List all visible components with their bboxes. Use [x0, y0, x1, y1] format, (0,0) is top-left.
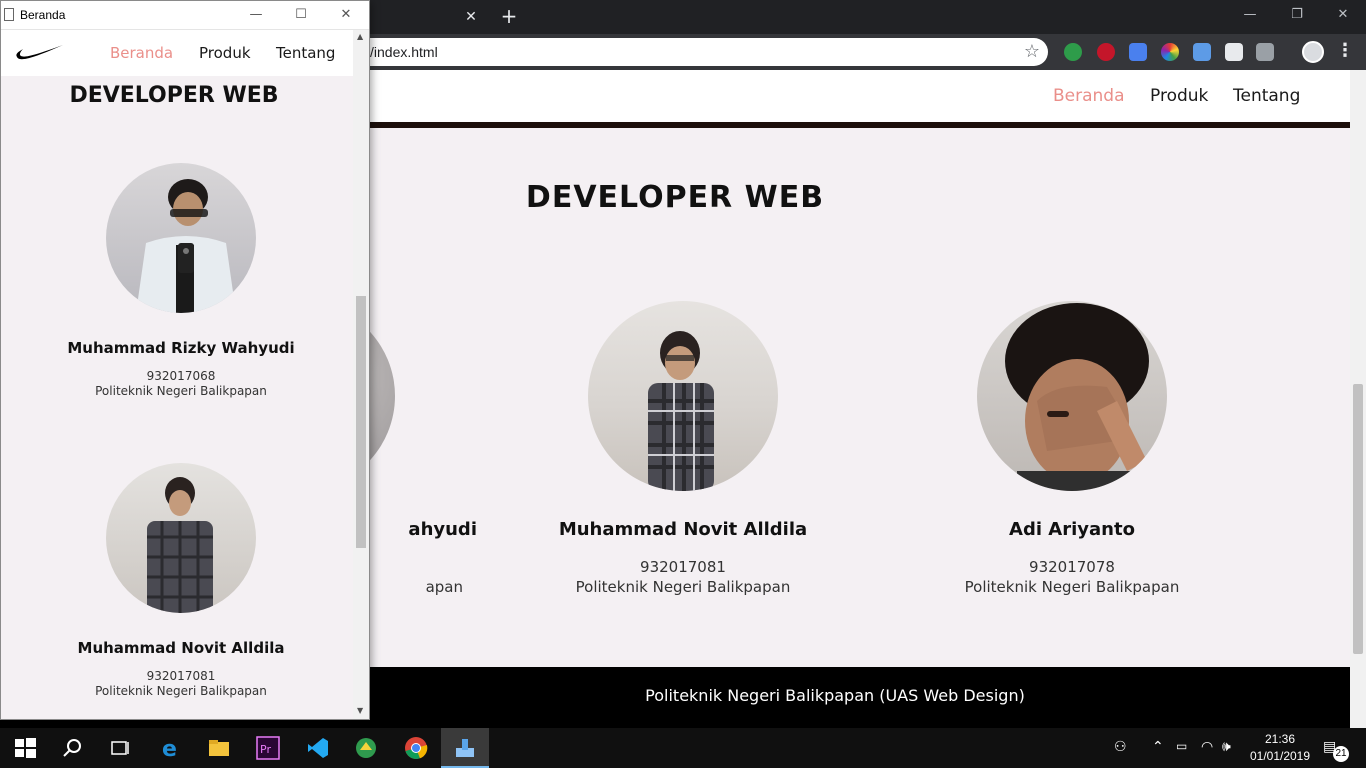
extension-icon[interactable]: [1064, 43, 1082, 61]
developer-institution: Politeknik Negeri Balikpapan: [95, 384, 267, 398]
vscode-icon[interactable]: [306, 736, 330, 760]
chrome-icon[interactable]: [404, 736, 428, 760]
developer-name: Muhammad Rizky Wahyudi: [67, 339, 295, 357]
developer-institution: Politeknik Negeri Balikpapan: [575, 578, 791, 596]
nav-link-beranda[interactable]: Beranda: [1053, 86, 1125, 106]
svg-text:Pr: Pr: [260, 743, 271, 756]
system-clock[interactable]: 21:36 01/01/2019: [1244, 731, 1316, 765]
nav-link-tentang[interactable]: Tentang: [276, 44, 335, 62]
task-view-icon[interactable]: [108, 736, 132, 760]
clock-time: 21:36: [1264, 732, 1296, 746]
clock-date: 01/01/2019: [1249, 749, 1311, 763]
close-window-icon[interactable]: ✕: [335, 5, 357, 25]
profile-avatar[interactable]: [1302, 41, 1324, 63]
developer-photo: [588, 301, 778, 491]
chevron-up-icon[interactable]: ⌃: [1152, 739, 1164, 755]
nav-link-tentang[interactable]: Tentang: [1233, 86, 1300, 106]
developer-photo: [106, 163, 256, 313]
developer-card: Muhammad Novit Alldila 932017081 Politek…: [31, 463, 331, 698]
developer-nim: 932017068: [146, 369, 216, 383]
nav-link-produk[interactable]: Produk: [1150, 86, 1208, 106]
scroll-down-icon[interactable]: ▼: [357, 706, 363, 715]
windows-start-icon[interactable]: [13, 736, 37, 760]
developer-institution: Politeknik Negeri Balikpapan: [95, 684, 267, 698]
developer-name: Muhammad Novit Alldila: [77, 639, 285, 657]
developer-photo: [977, 301, 1167, 491]
page-icon: [4, 8, 14, 21]
bookmark-star-icon[interactable]: ☆: [1024, 41, 1040, 62]
app-icon[interactable]: [453, 736, 477, 760]
restore-icon[interactable]: ❐: [1283, 4, 1311, 26]
nav-link-beranda[interactable]: Beranda: [110, 44, 173, 62]
extension-icon[interactable]: [1225, 43, 1243, 61]
developer-card: Muhammad Novit Alldila 932017081 Politek…: [533, 301, 833, 596]
developer-name: Adi Ariyanto: [1009, 519, 1135, 540]
notification-count-badge: 21: [1333, 746, 1349, 762]
new-tab-button[interactable]: +: [498, 5, 520, 27]
scroll-up-icon[interactable]: ▲: [357, 32, 363, 41]
browser-menu-icon[interactable]: ⋮: [1336, 40, 1354, 61]
developer-photo: [106, 463, 256, 613]
shield-extension-icon[interactable]: [1256, 43, 1274, 61]
maximize-icon[interactable]: ☐: [290, 5, 312, 25]
svg-text:e: e: [162, 737, 177, 760]
minimize-icon[interactable]: —: [245, 5, 267, 25]
popup-titlebar[interactable]: Beranda — ☐ ✕: [1, 1, 369, 30]
person-illustration: [648, 331, 714, 491]
close-tab-icon[interactable]: ✕: [462, 8, 480, 26]
popup-scrollbar[interactable]: ▲ ▼: [353, 30, 369, 719]
url-text: /index.html: [370, 44, 438, 60]
scrollbar-thumb[interactable]: [1353, 384, 1363, 654]
extension-icon[interactable]: [1097, 43, 1115, 61]
color-picker-extension-icon[interactable]: [1161, 43, 1179, 61]
developer-name: Muhammad Novit Alldila: [558, 519, 808, 540]
popup-title: Beranda: [20, 8, 66, 22]
minimize-icon[interactable]: —: [1236, 4, 1264, 26]
section-title: DEVELOPER WEB: [69, 83, 279, 108]
premiere-pro-icon[interactable]: Pr: [256, 736, 280, 760]
people-icon[interactable]: ⚇: [1114, 739, 1127, 755]
edge-browser-icon[interactable]: e: [159, 736, 183, 760]
developer-nim: 932017078: [1029, 558, 1115, 576]
nav-link-produk[interactable]: Produk: [199, 44, 251, 62]
translate-extension-icon[interactable]: [1129, 43, 1147, 61]
close-window-icon[interactable]: ✕: [1329, 4, 1357, 26]
extension-icon[interactable]: [1193, 43, 1211, 61]
battery-icon[interactable]: ▭: [1176, 739, 1187, 753]
person-illustration: [136, 179, 236, 313]
windows-taskbar: e Pr ⚇ ⌃ ▭ ◠ 🕪 21:36 01/01/2019 ▤ 21: [0, 728, 1366, 768]
wifi-icon[interactable]: ◠: [1201, 739, 1213, 755]
person-illustration: [1005, 303, 1149, 491]
developer-nim: 932017081: [640, 558, 726, 576]
developer-institution: Politeknik Negeri Balikpapan: [964, 578, 1180, 596]
scrollbar-thumb[interactable]: [356, 296, 366, 548]
page-scrollbar[interactable]: [1350, 70, 1366, 728]
developer-card: Muhammad Rizky Wahyudi 932017068 Politek…: [31, 163, 331, 398]
developer-card: Adi Ariyanto 932017078 Politeknik Negeri…: [922, 301, 1222, 596]
popup-window: Beranda — ☐ ✕ Beranda Produk Tentang DEV…: [0, 0, 370, 720]
developer-nim: 932017081: [146, 669, 216, 683]
address-bar[interactable]: /index.html ☆: [330, 38, 1048, 66]
search-icon[interactable]: [61, 736, 85, 760]
nike-logo-icon[interactable]: [15, 43, 65, 61]
app-icon[interactable]: [354, 736, 378, 760]
volume-icon[interactable]: 🕪: [1222, 739, 1231, 755]
site-navbar: Beranda Produk Tentang: [1, 30, 353, 76]
active-app-highlight[interactable]: [441, 728, 489, 768]
file-explorer-icon[interactable]: [207, 736, 231, 760]
person-illustration: [147, 477, 213, 613]
